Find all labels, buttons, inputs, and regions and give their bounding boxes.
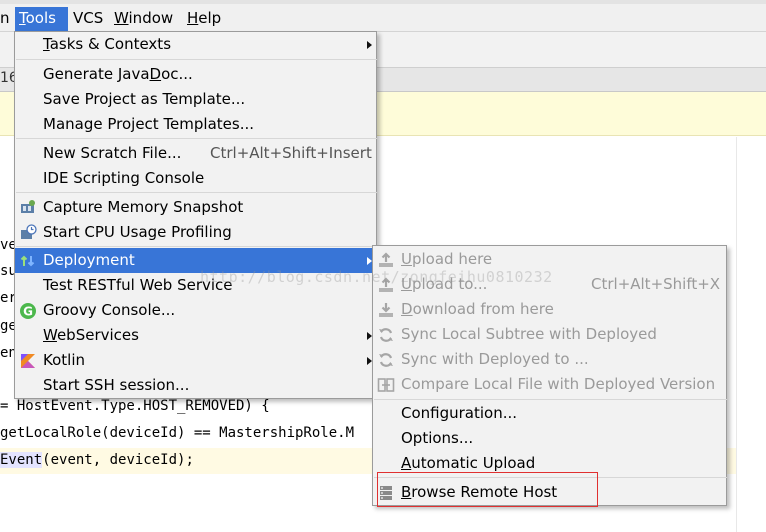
menu-item-label: Capture Memory Snapshot (43, 198, 244, 216)
menu-label-mnemonic: H (187, 9, 199, 27)
menu-separator (16, 59, 377, 60)
menu-item-capture-memory-snapshot[interactable]: Capture Memory Snapshot (15, 195, 376, 220)
menu-item-start-ssh-session[interactable]: Start SSH session... (15, 373, 376, 398)
groovy-icon: G (20, 303, 36, 319)
menu-item-start-cpu-profiling[interactable]: Start CPU Usage Profiling (15, 220, 376, 245)
menu-tools[interactable]: Tools (15, 7, 68, 31)
menu-window[interactable]: Window (110, 7, 177, 31)
submenu-arrow-icon (367, 41, 372, 49)
menu-item-upload-to[interactable]: Upload to... Ctrl+Alt+Shift+X (373, 272, 726, 297)
menu-item-label: Start SSH session... (43, 376, 190, 394)
menu-item-label: Tasks & Contexts (43, 35, 172, 53)
menu-help[interactable]: Help (183, 7, 225, 31)
editor-right-gutter (736, 137, 766, 532)
menu-item-label: Compare Local File with Deployed Version (401, 375, 716, 393)
menu-item-label: Start CPU Usage Profiling (43, 223, 232, 241)
menu-item-label: Sync with Deployed to ... (401, 350, 589, 368)
menu-item-label: Kotlin (43, 351, 85, 369)
kotlin-icon (21, 354, 35, 368)
menu-item-label: Manage Project Templates... (43, 115, 255, 133)
menu-item-label: WebServices (43, 326, 139, 344)
menu-separator (374, 399, 727, 400)
deployment-icon (20, 255, 35, 267)
download-icon (379, 303, 393, 317)
menu-item-save-project-template[interactable]: Save Project as Template... (15, 87, 376, 112)
menu-item-test-restful[interactable]: Test RESTful Web Service (15, 273, 376, 298)
menu-label-mnemonic: W (114, 9, 129, 27)
cpu-profiling-icon (21, 224, 37, 239)
upload-icon (379, 252, 393, 267)
menu-item-options[interactable]: Options... (373, 426, 726, 451)
code-text: (event, deviceId); (42, 452, 194, 468)
code-line: = HostEvent.Type.HOST_REMOVED) { (0, 398, 270, 414)
menu-item-label: Generate JavaDoc... (43, 65, 193, 83)
menu-item-label: IDE Scripting Console (43, 169, 205, 187)
menu-item-shortcut: Ctrl+Alt+Shift+X (591, 275, 721, 293)
menu-label-mnemonic: T (19, 9, 26, 27)
menu-item-label: Configuration... (401, 404, 518, 422)
menu-separator (16, 138, 377, 139)
menu-bar: n Tools VCS Window Help (0, 0, 766, 32)
menu-item-sync-with-deployed[interactable]: Sync with Deployed to ... (373, 347, 726, 372)
menu-item-manage-project-templates[interactable]: Manage Project Templates... (15, 112, 376, 137)
sync-icon (379, 328, 393, 342)
menu-item-generate-javadoc[interactable]: Generate JavaDoc... (15, 62, 376, 87)
menu-item-label: Options... (401, 429, 474, 447)
menu-file-fragment[interactable]: n (0, 7, 14, 31)
menu-item-label: Upload to... (401, 275, 488, 293)
menu-item-compare-local-file[interactable]: Compare Local File with Deployed Version (373, 372, 726, 397)
menu-item-label: Download from here (401, 300, 554, 318)
menu-label-post: ools (25, 9, 56, 27)
menu-item-label: Upload here (401, 250, 493, 268)
menu-item-label: Save Project as Template... (43, 90, 246, 108)
menu-separator (16, 192, 377, 193)
menu-item-webservices[interactable]: WebServices (15, 323, 376, 348)
memory-snapshot-icon (21, 200, 35, 213)
tools-menu: Tasks & Contexts Generate JavaDoc... Sav… (14, 31, 377, 399)
menu-label-post: indow (128, 9, 174, 27)
upload-icon (379, 277, 393, 292)
menu-item-label: Groovy Console... (43, 301, 176, 319)
code-line: Event(event, deviceId); (0, 452, 194, 468)
deployment-submenu: Upload here Upload to... Ctrl+Alt+Shift+… (372, 245, 727, 506)
menu-item-shortcut: Ctrl+Alt+Shift+Insert (210, 144, 372, 162)
menu-item-new-scratch-file[interactable]: New Scratch File... Ctrl+Alt+Shift+Inser… (15, 141, 376, 166)
menu-item-deployment[interactable]: Deployment (15, 248, 376, 273)
menu-separator (16, 246, 377, 247)
svg-text:G: G (23, 305, 33, 319)
menu-item-tasks-contexts[interactable]: Tasks & Contexts (15, 32, 376, 57)
code-line: getLocalRole(deviceId) == MastershipRole… (0, 425, 355, 441)
menu-item-upload-here[interactable]: Upload here (373, 247, 726, 272)
menu-label-post: elp (198, 9, 222, 27)
menu-item-label: New Scratch File... (43, 144, 182, 162)
menu-item-label: Deployment (43, 251, 135, 269)
menu-vcs[interactable]: VCS (69, 7, 107, 31)
menu-label-pre: VCS (73, 9, 104, 27)
menu-item-label: Test RESTful Web Service (43, 276, 233, 294)
menu-label-post: n (0, 9, 10, 27)
menu-item-ide-scripting-console[interactable]: IDE Scripting Console (15, 166, 376, 191)
menu-item-sync-local-subtree[interactable]: Sync Local Subtree with Deployed (373, 322, 726, 347)
menu-item-configuration[interactable]: Configuration... (373, 401, 726, 426)
compare-icon (377, 378, 395, 392)
menu-item-label: Sync Local Subtree with Deployed (401, 325, 657, 343)
menu-item-kotlin[interactable]: Kotlin (15, 348, 376, 373)
menu-item-groovy-console[interactable]: G Groovy Console... (15, 298, 376, 323)
title-strip (0, 0, 766, 4)
code-selected-token: Event (0, 452, 43, 468)
menu-item-download-from-here[interactable]: Download from here (373, 297, 726, 322)
sync-icon (379, 353, 393, 367)
highlight-annotation-box (377, 472, 598, 507)
